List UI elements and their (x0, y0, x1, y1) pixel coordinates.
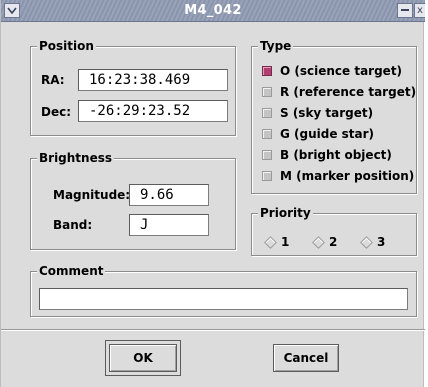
priority-option-3[interactable]: 3 (360, 235, 386, 249)
ok-button[interactable]: OK (109, 344, 177, 372)
comment-legend: Comment (37, 264, 106, 278)
checkbox-icon[interactable] (262, 129, 272, 139)
band-input[interactable]: J (129, 214, 209, 236)
priority-group: Priority 1 2 3 (251, 206, 417, 256)
ra-label: RA: (41, 73, 65, 87)
position-legend: Position (37, 39, 96, 53)
type-option-g[interactable]: G (guide star) (262, 126, 374, 142)
magnitude-input[interactable]: 9.66 (129, 184, 209, 206)
radio-icon[interactable] (264, 235, 277, 249)
comment-input[interactable] (39, 288, 408, 310)
type-option-s[interactable]: S (sky target) (262, 105, 373, 121)
type-option-r[interactable]: R (reference target) (262, 84, 416, 100)
type-option-label: G (guide star) (280, 127, 375, 141)
magnitude-label: Magnitude: (53, 188, 131, 202)
dec-input[interactable]: -26:29:23.52 (78, 100, 228, 122)
checkbox-icon[interactable] (262, 87, 272, 97)
band-label: Band: (53, 218, 93, 232)
title-bar[interactable]: M4_042 x (1, 0, 425, 22)
priority-option-2[interactable]: 2 (312, 235, 338, 249)
type-option-o[interactable]: O (science target) (262, 63, 402, 79)
minimize-icon[interactable] (397, 3, 413, 18)
priority-option-label: 3 (377, 235, 386, 249)
type-option-label: B (bright object) (280, 148, 392, 162)
type-option-b[interactable]: B (bright object) (262, 147, 392, 163)
checkbox-icon[interactable] (262, 150, 272, 160)
close-glyph: x (417, 5, 423, 16)
checkbox-icon[interactable] (262, 66, 272, 76)
position-group: Position RA: 16:23:38.469 Dec: -26:29:23… (30, 39, 236, 136)
target-dialog-window: M4_042 x Position RA: 16:23:38.469 Dec: … (0, 0, 425, 387)
type-option-label: R (reference target) (280, 85, 417, 99)
cancel-button[interactable]: Cancel (273, 344, 339, 372)
type-option-label: O (science target) (280, 64, 403, 78)
brightness-legend: Brightness (37, 151, 115, 165)
window-title: M4_042 (184, 3, 242, 18)
checkbox-icon[interactable] (262, 108, 272, 118)
comment-group: Comment (30, 264, 417, 317)
type-option-label: S (sky target) (280, 106, 374, 120)
button-separator (1, 329, 425, 331)
priority-option-1[interactable]: 1 (264, 235, 290, 249)
checkbox-icon[interactable] (262, 171, 272, 181)
dec-label: Dec: (41, 105, 72, 119)
type-legend: Type (258, 39, 294, 53)
brightness-group: Brightness Magnitude: 9.66 Band: J (30, 151, 236, 250)
priority-legend: Priority (258, 206, 313, 220)
type-group: Type O (science target) R (reference tar… (251, 39, 417, 194)
type-option-label: M (marker position) (280, 169, 415, 183)
priority-option-label: 2 (329, 235, 338, 249)
type-option-m[interactable]: M (marker position) (262, 168, 414, 184)
radio-icon[interactable] (360, 235, 373, 249)
priority-option-label: 1 (281, 235, 290, 249)
radio-icon[interactable] (312, 235, 325, 249)
close-icon[interactable]: x (414, 3, 425, 18)
ra-input[interactable]: 16:23:38.469 (78, 69, 228, 91)
